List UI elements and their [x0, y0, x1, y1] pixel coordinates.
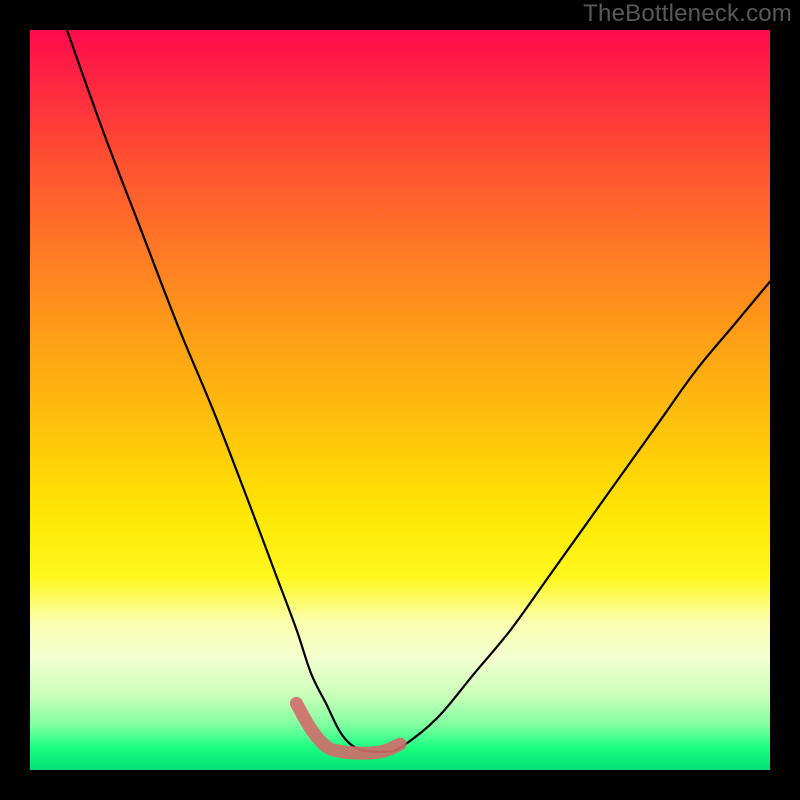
series-curve — [67, 30, 770, 752]
series-container — [67, 30, 770, 753]
series-trough-marker — [296, 703, 400, 753]
chart-frame: TheBottleneck.com — [0, 0, 800, 800]
plot-area — [30, 30, 770, 770]
chart-svg — [30, 30, 770, 770]
watermark-text: TheBottleneck.com — [583, 0, 792, 28]
